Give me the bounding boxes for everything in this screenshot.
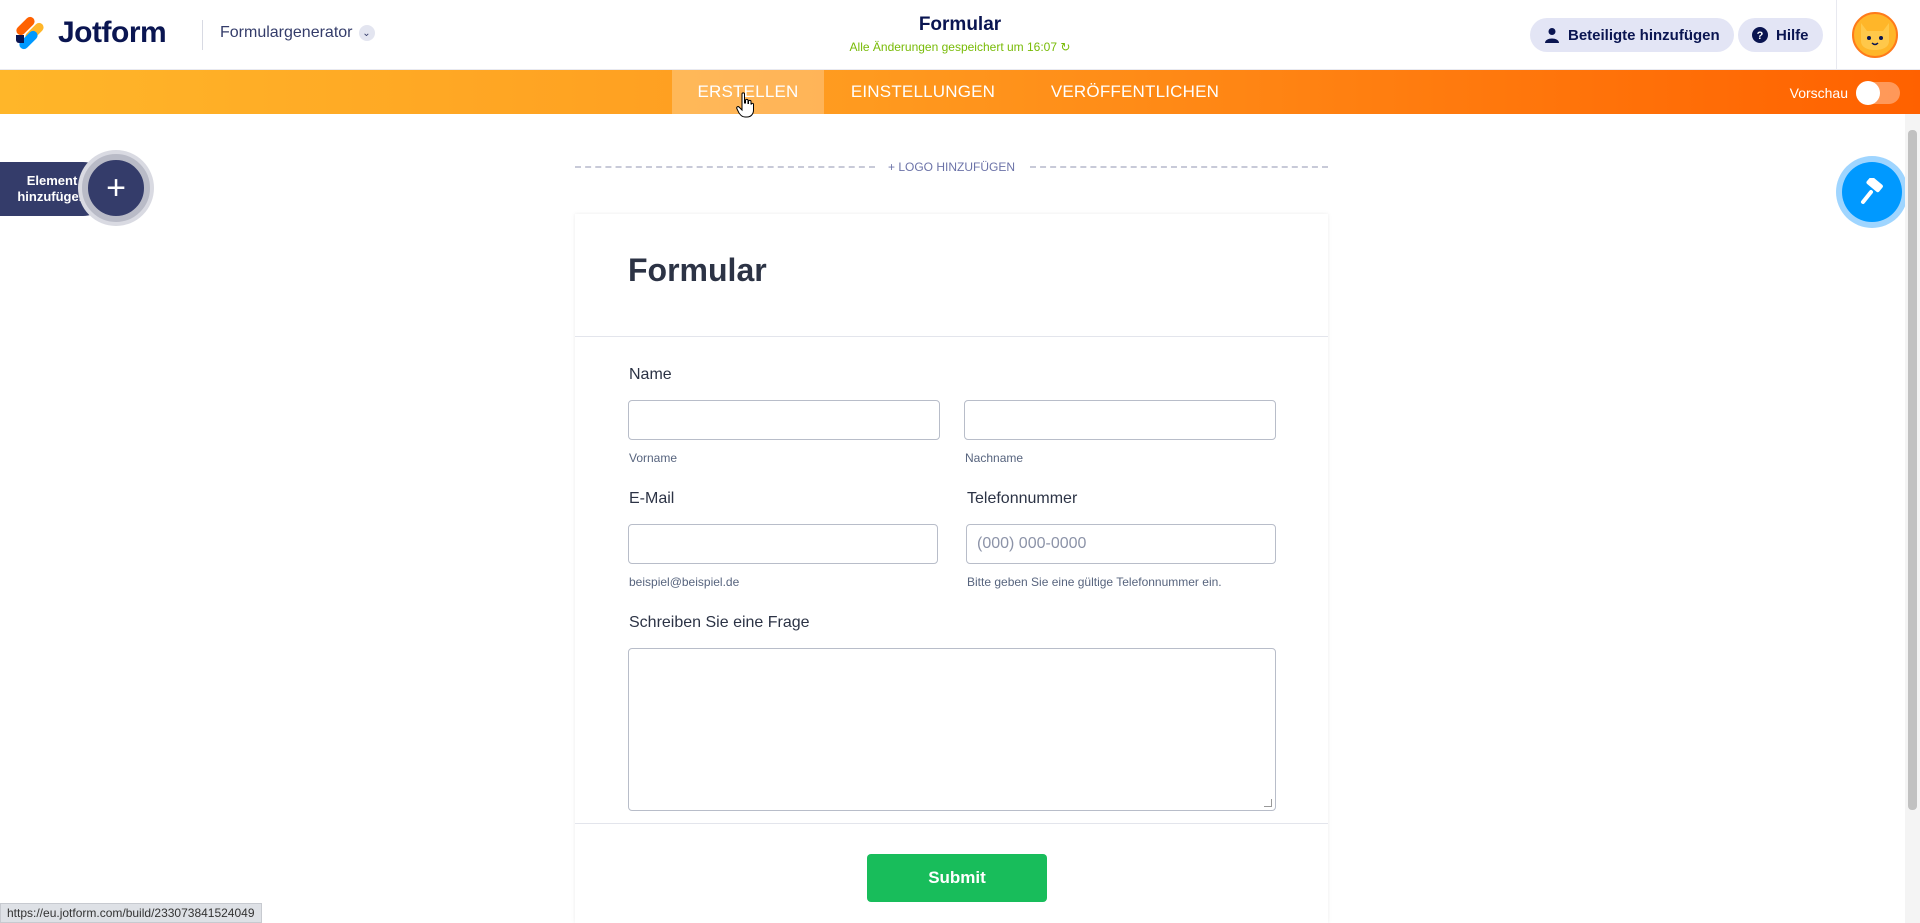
- builder-nav: ERSTELLEN EINSTELLUNGEN VERÖFFENTLICHEN …: [0, 70, 1920, 114]
- add-participants-button[interactable]: Beteiligte hinzufügen: [1530, 18, 1734, 52]
- form-card: Formular Name Vorname Nachname E-Mail be…: [575, 214, 1328, 923]
- phone-placeholder: (000) 000-0000: [977, 535, 1087, 552]
- hand-cursor-icon: [736, 92, 754, 118]
- user-icon: [1544, 27, 1560, 43]
- email-sublabel: beispiel@beispiel.de: [629, 575, 740, 589]
- scrollbar-thumb[interactable]: [1908, 130, 1917, 810]
- add-logo-label[interactable]: + LOGO HINZUFÜGEN: [875, 160, 1027, 174]
- last-name-input[interactable]: [964, 400, 1276, 440]
- last-name-sublabel: Nachname: [965, 451, 1024, 465]
- tab-publish[interactable]: VERÖFFENTLICHEN: [1040, 70, 1230, 114]
- avatar-divider: [1836, 0, 1837, 70]
- name-label: Name: [629, 366, 672, 383]
- jotform-logo-icon: [14, 15, 50, 51]
- first-name-sublabel: Vorname: [629, 451, 678, 465]
- email-input[interactable]: [628, 524, 938, 564]
- avatar[interactable]: [1852, 12, 1898, 58]
- form-designer-button[interactable]: [1842, 162, 1902, 222]
- brand-name: Jotform: [58, 16, 167, 49]
- refresh-icon: ↻: [1060, 40, 1071, 54]
- form-title-area: Formular Alle Änderungen gespeichert um …: [850, 14, 1071, 54]
- add-element-button[interactable]: Element hinzufügen +: [0, 154, 150, 222]
- phone-label: Telefonnummer: [967, 490, 1078, 507]
- first-name-input[interactable]: [628, 400, 940, 440]
- builder-menu-label: Formulargenerator: [220, 24, 353, 41]
- help-label: Hilfe: [1776, 26, 1809, 44]
- save-status-text: Alle Änderungen gespeichert um 16:07: [849, 40, 1058, 54]
- cat-face-icon: [1861, 23, 1889, 50]
- status-url: https://eu.jotform.com/build/23307384152…: [0, 903, 262, 923]
- page-scrollbar[interactable]: [1905, 114, 1920, 923]
- question-label: Schreiben Sie eine Frage: [629, 614, 810, 631]
- phone-sublabel: Bitte geben Sie eine gültige Telefonnumm…: [967, 575, 1222, 589]
- svg-text:?: ?: [1757, 30, 1764, 42]
- top-header: Jotform Formulargenerator ⌄ Formular All…: [0, 0, 1920, 70]
- phone-input[interactable]: (000) 000-0000: [966, 524, 1276, 564]
- builder-menu[interactable]: Formulargenerator ⌄: [220, 24, 375, 42]
- tab-settings[interactable]: EINSTELLUNGEN: [838, 70, 1008, 114]
- add-logo-label-wrap: + LOGO HINZUFÜGEN: [575, 160, 1328, 174]
- jotform-logo[interactable]: Jotform: [14, 15, 167, 51]
- header-divider: [202, 20, 203, 50]
- submit-button[interactable]: Submit: [867, 854, 1047, 902]
- add-logo-area[interactable]: + LOGO HINZUFÜGEN: [575, 160, 1328, 174]
- form-title[interactable]: Formular: [860, 14, 1060, 36]
- form-heading[interactable]: Formular: [628, 252, 767, 289]
- question-textarea[interactable]: [628, 648, 1276, 811]
- add-participants-label: Beteiligte hinzufügen: [1568, 26, 1720, 44]
- email-label: E-Mail: [629, 490, 675, 507]
- preview-toggle[interactable]: [1856, 81, 1900, 105]
- preview-toggle-area: Vorschau: [1789, 81, 1900, 105]
- heading-divider: [575, 336, 1328, 337]
- submit-divider: [575, 823, 1328, 824]
- save-status: Alle Änderungen gespeichert um 16:07 ↻: [800, 40, 1120, 54]
- chevron-down-icon: ⌄: [358, 25, 375, 41]
- help-button[interactable]: ? Hilfe: [1738, 18, 1823, 52]
- paint-roller-icon: [1861, 178, 1883, 204]
- preview-label: Vorschau: [1789, 85, 1848, 101]
- resize-handle-icon[interactable]: [1264, 799, 1272, 807]
- plus-icon[interactable]: +: [82, 154, 150, 222]
- question-icon: ?: [1752, 27, 1768, 43]
